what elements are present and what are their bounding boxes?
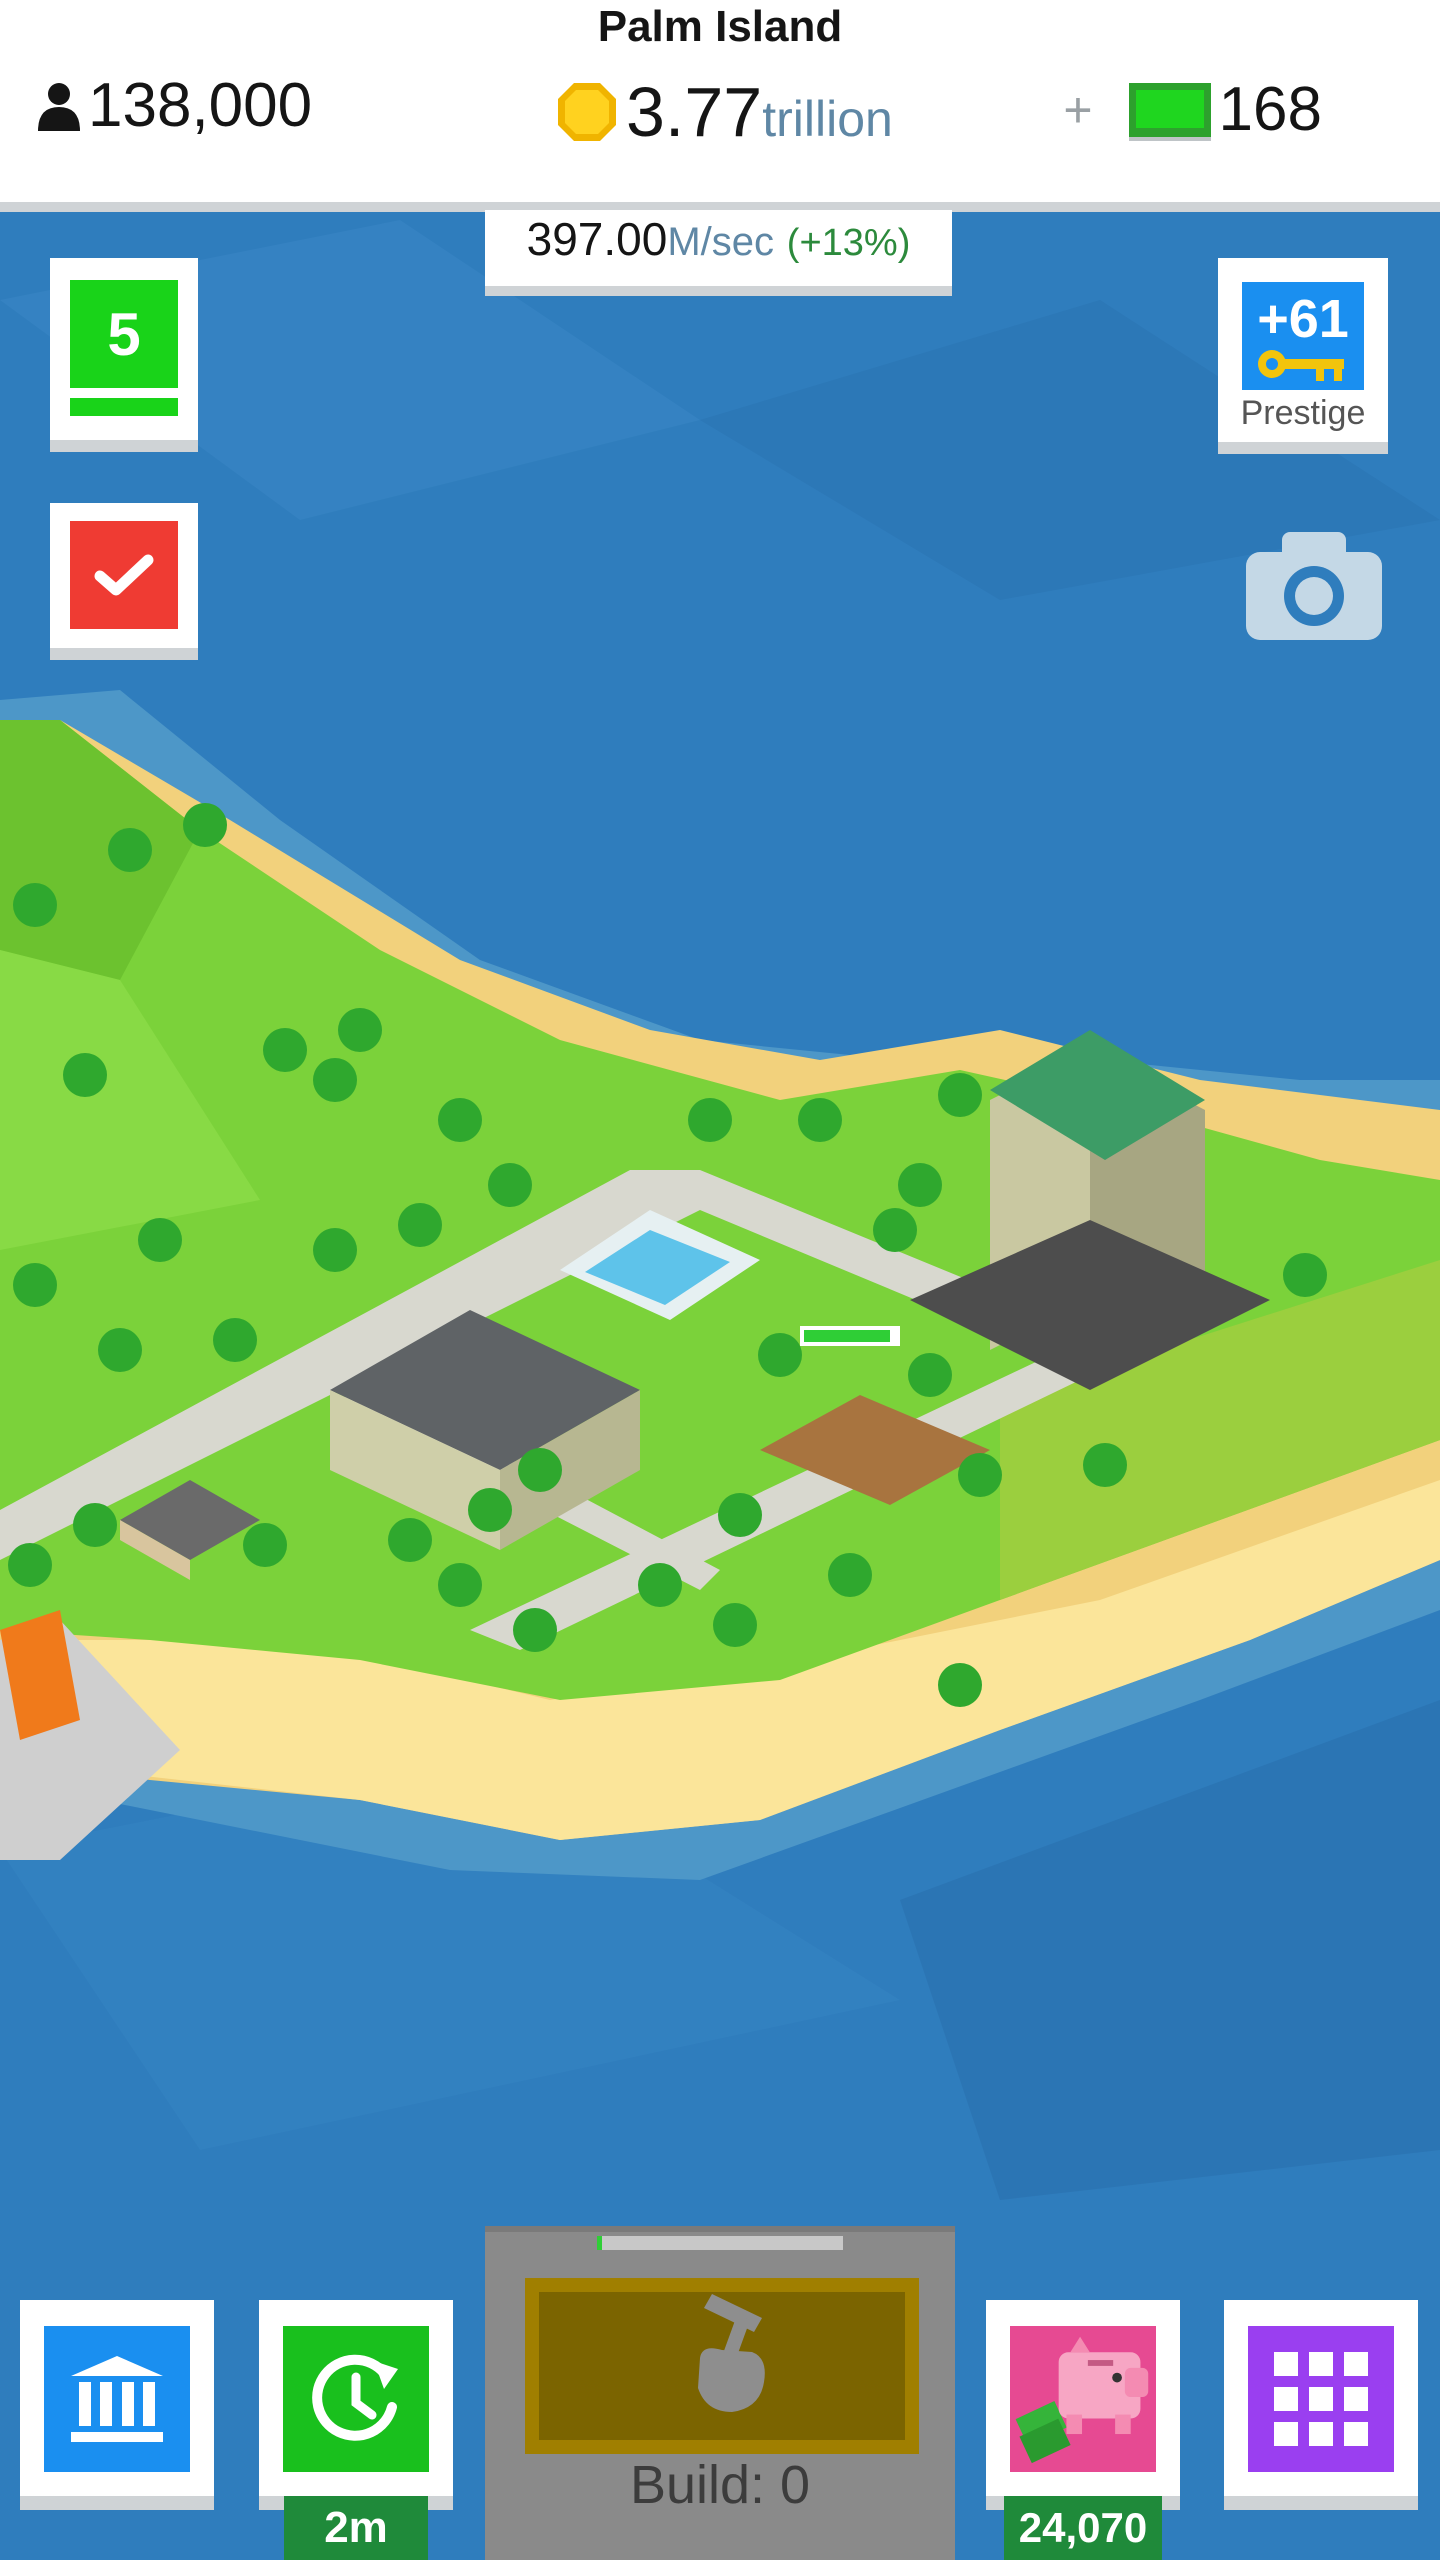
- prestige-label: Prestige: [1240, 394, 1366, 432]
- coins-display: 3.77 trillion: [556, 72, 893, 152]
- buy-gems-plus[interactable]: +: [1063, 81, 1092, 139]
- build-progress-bar: [597, 2236, 843, 2250]
- camera-icon: [1246, 532, 1382, 640]
- population-display: 138,000: [36, 70, 312, 141]
- check-icon: [94, 554, 154, 596]
- prestige-button[interactable]: +61 Prestige: [1218, 258, 1388, 454]
- coins-unit: trillion: [762, 91, 893, 147]
- person-icon: [38, 82, 80, 131]
- level-badge: 5: [70, 280, 178, 388]
- prestige-badge: +61: [1242, 282, 1364, 390]
- build-button[interactable]: [525, 2278, 919, 2454]
- income-value: 397.00: [526, 213, 668, 265]
- building-progress-fill: [804, 1330, 890, 1342]
- income-rate[interactable]: 397.00M/sec (+13%): [485, 210, 952, 296]
- tasks-badge: [70, 521, 178, 629]
- island-name[interactable]: Palm Island: [0, 2, 1440, 52]
- camera-button[interactable]: [1246, 528, 1382, 645]
- gems-display[interactable]: + 168: [1063, 74, 1322, 145]
- income-bonus: (+13%): [786, 222, 911, 264]
- level-button[interactable]: 5: [50, 258, 198, 452]
- level-progress-bar: [70, 398, 178, 416]
- bank-button[interactable]: [20, 2300, 214, 2510]
- clock-icon: [312, 2354, 398, 2441]
- piggy-bank-icon: [1015, 2336, 1149, 2464]
- piggy-bank-amount: 24,070: [1004, 2496, 1162, 2560]
- bank-icon: [71, 2356, 163, 2442]
- prestige-count: +61: [1257, 289, 1349, 349]
- coin-icon: [558, 83, 616, 141]
- key-icon: [1258, 350, 1344, 381]
- coins-value: 3.77: [626, 73, 763, 151]
- gems-value: 168: [1218, 75, 1322, 144]
- bank-badge: [44, 2326, 190, 2472]
- level-value: 5: [107, 300, 141, 368]
- top-bar: Palm Island 138,000 3.77 trillion + 168: [0, 0, 1440, 212]
- build-progress-fill: [597, 2236, 602, 2250]
- speed-badge: [283, 2326, 429, 2472]
- hammer-hand-icon: [698, 2294, 765, 2412]
- gem-icon: [1128, 82, 1211, 137]
- menu-badge: [1248, 2326, 1394, 2472]
- build-panel: Build: 0: [485, 2226, 955, 2560]
- income-unit: M/sec: [667, 220, 775, 264]
- menu-button[interactable]: [1224, 2300, 1418, 2510]
- piggy-badge: [1010, 2326, 1156, 2472]
- build-label: Build: 0: [629, 2455, 811, 2515]
- population-value: 138,000: [88, 71, 313, 140]
- speed-timer: 2m: [284, 2496, 428, 2560]
- tasks-button[interactable]: [50, 503, 198, 660]
- grid-icon: [1274, 2352, 1368, 2446]
- speed-boost-button[interactable]: [259, 2300, 453, 2510]
- piggy-bank-button[interactable]: [986, 2300, 1180, 2510]
